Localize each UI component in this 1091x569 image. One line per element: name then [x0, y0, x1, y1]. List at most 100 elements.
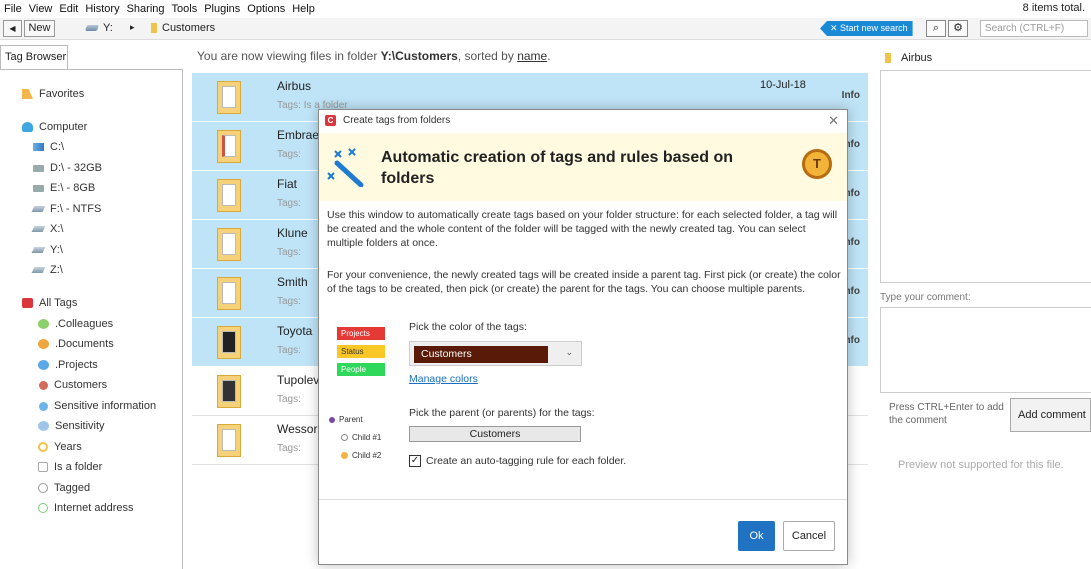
preview-area — [880, 70, 1091, 283]
pick-parent-label: Pick the parent (or parents) for the tag… — [409, 407, 595, 419]
ok-button[interactable]: Ok — [738, 521, 775, 551]
tree-item-is-a-folder[interactable]: Is a folder — [38, 461, 102, 473]
breadcrumb-folder[interactable]: Customers — [151, 22, 215, 34]
tree-item-tagged[interactable]: Tagged — [38, 482, 90, 494]
preview-title-label: Airbus — [901, 52, 933, 64]
tree-item-drive-c[interactable]: C:\ — [33, 141, 64, 153]
dialog-divider — [319, 499, 847, 500]
sort-link[interactable]: name — [517, 49, 547, 63]
file-name: Smith — [277, 275, 308, 289]
tree-item-all-tags[interactable]: All Tags — [22, 297, 77, 309]
tree-item-drive-e[interactable]: E:\ - 8GB — [33, 182, 95, 194]
example-tree-label: Child #1 — [352, 433, 382, 442]
file-name: Wessor — [277, 422, 318, 436]
start-new-search-button[interactable]: ✕ Start new search — [820, 21, 913, 36]
menu-sharing[interactable]: Sharing — [127, 3, 165, 15]
folder-icon — [885, 53, 891, 63]
menu-plugins[interactable]: Plugins — [204, 3, 240, 15]
folder-icon — [217, 179, 241, 212]
tag-dot-icon — [39, 380, 48, 390]
tree-item-label: Favorites — [39, 88, 85, 100]
menu-edit[interactable]: Edit — [59, 3, 78, 15]
file-date: 10-Jul-18 — [760, 79, 806, 91]
tree-item-drive-y[interactable]: Y:\ — [31, 244, 63, 256]
folder-icon — [217, 130, 241, 163]
breadcrumb-separator: ▸ — [130, 22, 135, 32]
menu-file[interactable]: File — [4, 3, 22, 15]
menu-options[interactable]: Options — [247, 3, 285, 15]
tag-category-icon — [38, 360, 49, 370]
dialog-header: Automatic creation of tags and rules bas… — [319, 133, 847, 201]
breadcrumb-drive[interactable]: Y: — [84, 22, 113, 34]
tag-ring-icon — [341, 434, 348, 441]
close-icon[interactable]: ✕ — [828, 113, 839, 129]
example-tree-label: Parent — [339, 415, 363, 424]
tree-item-label: Sensitive information — [54, 400, 157, 412]
preview-title: Airbus — [885, 52, 932, 64]
tag-category-icon — [341, 452, 348, 459]
file-name: Airbus — [277, 79, 312, 93]
app-icon: C — [325, 115, 336, 126]
tab-tag-browser[interactable]: Tag Browser — [0, 45, 68, 70]
breadcrumb-drive-label: Y: — [103, 22, 113, 34]
menu-tools[interactable]: Tools — [172, 3, 198, 15]
tree-item-drive-x[interactable]: X:\ — [31, 223, 63, 235]
tree-item-documents[interactable]: .Documents — [38, 338, 114, 350]
network-drive-icon — [84, 25, 100, 31]
manage-colors-link[interactable]: Manage colors — [409, 373, 478, 385]
hard-drive-icon — [33, 164, 44, 172]
tree-item-label: Z:\ — [50, 264, 63, 276]
new-button[interactable]: New — [24, 20, 55, 37]
tree-item-customers[interactable]: Customers — [38, 379, 107, 391]
tree-item-label: All Tags — [39, 297, 78, 309]
toolbar: ◀ New Y: ▸ Customers ✕ Start new search … — [0, 18, 1091, 40]
tree-item-projects[interactable]: .Projects — [38, 359, 98, 371]
tag-category-icon — [38, 421, 49, 431]
tree-item-label: Y:\ — [50, 244, 63, 256]
auto-rule-checkbox[interactable]: ✓ — [409, 455, 421, 467]
tree-item-internet-address[interactable]: Internet address — [38, 502, 134, 514]
search-input[interactable] — [980, 20, 1088, 37]
breadcrumb-folder-label: Customers — [162, 22, 216, 34]
parent-tag-field[interactable]: Customers — [409, 426, 581, 442]
file-name: Klune — [277, 226, 308, 240]
tree-item-label: Years — [54, 441, 82, 453]
tree-item-drive-d[interactable]: D:\ - 32GB — [33, 162, 102, 174]
info-button[interactable]: Info — [842, 90, 860, 101]
folder-icon — [217, 326, 241, 359]
folder-info-line: You are now viewing files in folder Y:\C… — [197, 49, 551, 63]
tree-item-sensitive-information[interactable]: Sensitive information — [38, 400, 156, 412]
tree-item-label: Tagged — [54, 482, 91, 494]
tree-item-label: Is a folder — [54, 461, 103, 473]
tree-item-colleagues[interactable]: .Colleagues — [38, 318, 113, 330]
dialog-title: Create tags from folders — [343, 115, 451, 126]
file-tags: Tags: — [277, 198, 301, 209]
auto-rule-label: Create an auto-tagging rule for each fol… — [426, 455, 627, 467]
comment-input[interactable] — [880, 307, 1091, 393]
tags-label: Tags: — [277, 100, 301, 111]
folder-icon — [217, 424, 241, 457]
search-icon[interactable]: ⌕ — [926, 20, 946, 37]
tree-item-drive-f[interactable]: F:\ - NTFS — [31, 203, 101, 215]
tree-item-computer[interactable]: Computer — [22, 121, 87, 133]
folder-icon — [151, 23, 157, 33]
tag-color-select[interactable]: Customers ⌄ — [409, 341, 582, 366]
legend-tag-people: People — [337, 363, 385, 376]
tree-item-years[interactable]: Years — [38, 441, 82, 453]
cancel-button[interactable]: Cancel — [783, 521, 835, 551]
usb-drive-icon — [31, 206, 46, 212]
file-tags: Tags: — [277, 149, 301, 160]
file-tags: Tags: — [277, 247, 301, 258]
menu-help[interactable]: Help — [292, 3, 315, 15]
add-comment-button[interactable]: Add comment — [1010, 398, 1091, 432]
chevron-down-icon: ⌄ — [565, 347, 573, 357]
tree-item-drive-z[interactable]: Z:\ — [31, 264, 63, 276]
tree-item-favorites[interactable]: Favorites — [22, 88, 84, 100]
tree-item-sensitivity[interactable]: Sensitivity — [38, 420, 105, 432]
menu-history[interactable]: History — [85, 3, 119, 15]
back-button[interactable]: ◀ — [3, 20, 22, 37]
gear-icon[interactable]: ⚙ — [948, 20, 968, 37]
tag-square-icon — [38, 462, 48, 472]
dialog-heading: Automatic creation of tags and rules bas… — [381, 149, 734, 187]
menu-view[interactable]: View — [29, 3, 53, 15]
